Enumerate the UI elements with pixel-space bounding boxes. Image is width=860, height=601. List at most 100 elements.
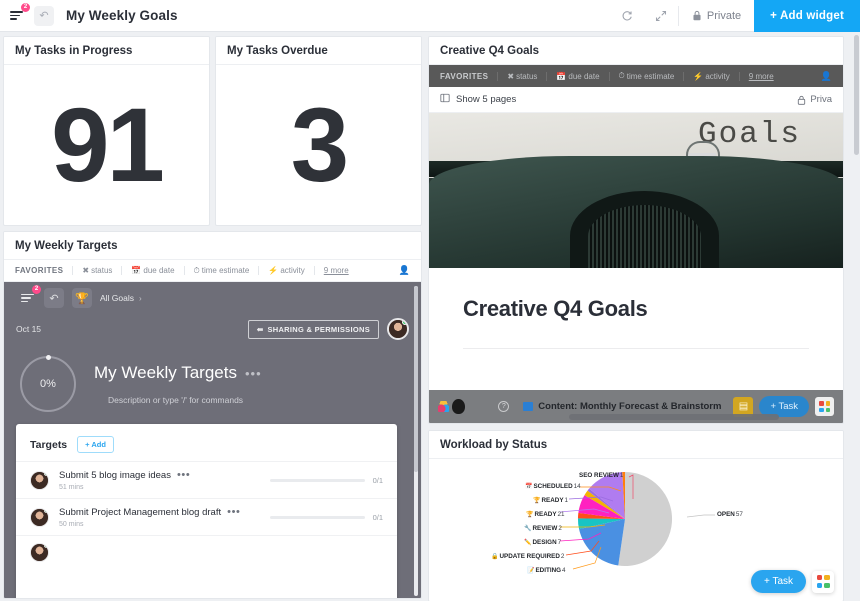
tab-more[interactable]: 9 more [740,72,783,81]
add-target-button[interactable]: + Add [77,436,114,453]
share-label: SHARING & PERMISSIONS [267,324,370,334]
target-name-row: Submit 5 blog image ideas ••• [59,469,190,481]
tab-time-estimate[interactable]: ⏱ time estimate [185,266,259,276]
pie-label-ready-21: 🏆 READY 21 [526,511,565,518]
board-icon [523,402,534,411]
pie-label-name: READY [541,497,564,504]
card-tasks-overdue[interactable]: My Tasks Overdue 3 [215,36,422,226]
card-workload-by-status[interactable]: Workload by Status SEO REVIEW 1 📅 SCHEDU… [428,430,844,601]
document-divider [463,348,809,349]
target-menu-button[interactable]: ••• [227,506,240,518]
apps-icon[interactable] [815,397,834,416]
main-menu-button[interactable]: 2 [7,2,30,25]
progress-ring: 0% [20,354,76,412]
card-tasks-in-progress[interactable]: My Tasks in Progress 91 [3,36,210,226]
show-pages-button[interactable]: Show 5 pages [456,94,516,105]
embed-menu-button[interactable]: 2 [18,285,41,307]
card-weekly-targets[interactable]: My Weekly Targets FAVORITES ✖ status 📅 due… [3,231,422,599]
pie-label-open: OPEN 57 [717,511,743,518]
target-avatar-wrap [30,543,49,562]
tab-activity[interactable]: ⚡ activity [684,72,738,81]
tab-label: status [516,71,538,81]
expand-icon [655,10,666,21]
goal-title-row: My Weekly Targets ••• [94,363,262,383]
pie-label-name: SEO REVIEW [579,472,619,479]
sharing-permissions-button[interactable]: ⇚ SHARING & PERMISSIONS [247,319,379,339]
target-count: 0/1 [372,512,383,522]
undo-button[interactable]: ↶ [34,5,54,26]
card-title: My Weekly Targets [4,232,421,260]
tab-due-date[interactable]: 📅 due date [122,266,183,275]
tab-label: due date [143,266,175,275]
undo-icon: ↶ [39,10,49,22]
avatar[interactable] [30,470,49,490]
creative-privacy[interactable]: Priva [797,94,832,105]
apps-icon[interactable] [812,570,834,593]
trophy-icon: 🏆 [526,512,534,518]
targets-title: Targets [30,438,68,451]
tab-label: FAVORITES [15,266,64,275]
tab-label: FAVORITES [440,71,489,81]
breadcrumb-label: All Goals [100,293,135,303]
embed-scrollbar-thumb[interactable] [414,286,418,472]
lock-icon [798,95,806,105]
expand-button[interactable] [644,0,678,32]
target-name: Submit 5 blog image ideas [59,469,171,481]
tab-due-date[interactable]: 📅 due date [547,72,608,81]
tab-label: time estimate [201,266,250,275]
tab-label: status [91,266,113,275]
pie-label-value: 21 [557,511,565,518]
tab-status[interactable]: ✖ status [498,72,546,81]
card-title: My Tasks in Progress [4,37,209,65]
embed-scrollbar[interactable] [414,286,418,596]
tab-label: time estimate [626,71,675,81]
help-icon[interactable]: ? [498,401,510,412]
goal-menu-button[interactable]: ••• [245,366,262,381]
page-scrollbar[interactable] [854,33,859,600]
apps-dot [816,575,822,581]
pie-label-name: REVIEW [532,525,558,532]
target-menu-button[interactable]: ••• [177,469,190,481]
hamburger-icon [9,11,23,20]
pie-label-name: SCHEDULED [533,483,573,490]
overlay-breadcrumb: Content: Monthly Forecast & Brainstorm [523,401,721,412]
embed-trophy-button[interactable]: 🏆 [72,288,92,308]
avatar[interactable] [30,507,49,527]
embed-undo-button[interactable]: ↶ [44,288,64,308]
target-row[interactable]: Submit 5 blog image ideas ••• 51 mins 0/… [16,461,397,498]
target-avatar-wrap [30,507,49,527]
breadcrumb[interactable]: All Goals › [100,293,142,303]
refresh-button[interactable] [610,0,644,32]
pages-icon [440,93,450,106]
tab-favorites[interactable]: FAVORITES [15,266,72,275]
embed-meta-row: Oct 15 ⇚ SHARING & PERMISSIONS [4,314,421,344]
lock-icon: 🔒 [491,554,499,560]
avatar[interactable] [30,543,49,562]
tab-activity[interactable]: ⚡ activity [259,266,313,275]
pie-label-value: 7 [557,539,562,546]
notification-badge: 2 [32,285,41,294]
add-widget-button[interactable]: + Add widget [754,0,860,32]
page-scrollbar-thumb[interactable] [854,35,859,155]
tab-favorites[interactable]: FAVORITES [440,72,497,81]
pie-label-editing: 📝 EDITING 4 [527,567,566,574]
overlay-scrollbar[interactable] [569,414,779,420]
tab-more[interactable]: 9 more [315,266,358,275]
card-creative-q4-goals[interactable]: Creative Q4 Goals FAVORITES ✖ status 📅 due… [428,36,844,424]
target-row[interactable] [16,535,397,569]
tab-time-estimate[interactable]: ⏱ time estimate [610,71,684,81]
status-icon: ✖ [507,71,515,81]
top-bar-actions: Private + Add widget [610,0,860,32]
add-task-fab[interactable]: + Task [751,570,806,593]
targets-header: Targets + Add [16,424,397,461]
person-icon[interactable]: 👤 [821,71,832,82]
apps-dot [825,401,830,406]
goal-description-input[interactable]: Description or type '/' for commands [108,395,262,405]
person-icon[interactable]: 👤 [399,265,410,276]
target-row[interactable]: Submit Project Management blog draft •••… [16,498,397,535]
tab-status[interactable]: ✖ status [73,266,121,275]
pie-label-seo-review: SEO REVIEW 1 [579,472,623,479]
progress-percent: 0% [40,378,56,390]
privacy-button[interactable]: Private [679,0,754,32]
avatar[interactable] [387,318,409,340]
